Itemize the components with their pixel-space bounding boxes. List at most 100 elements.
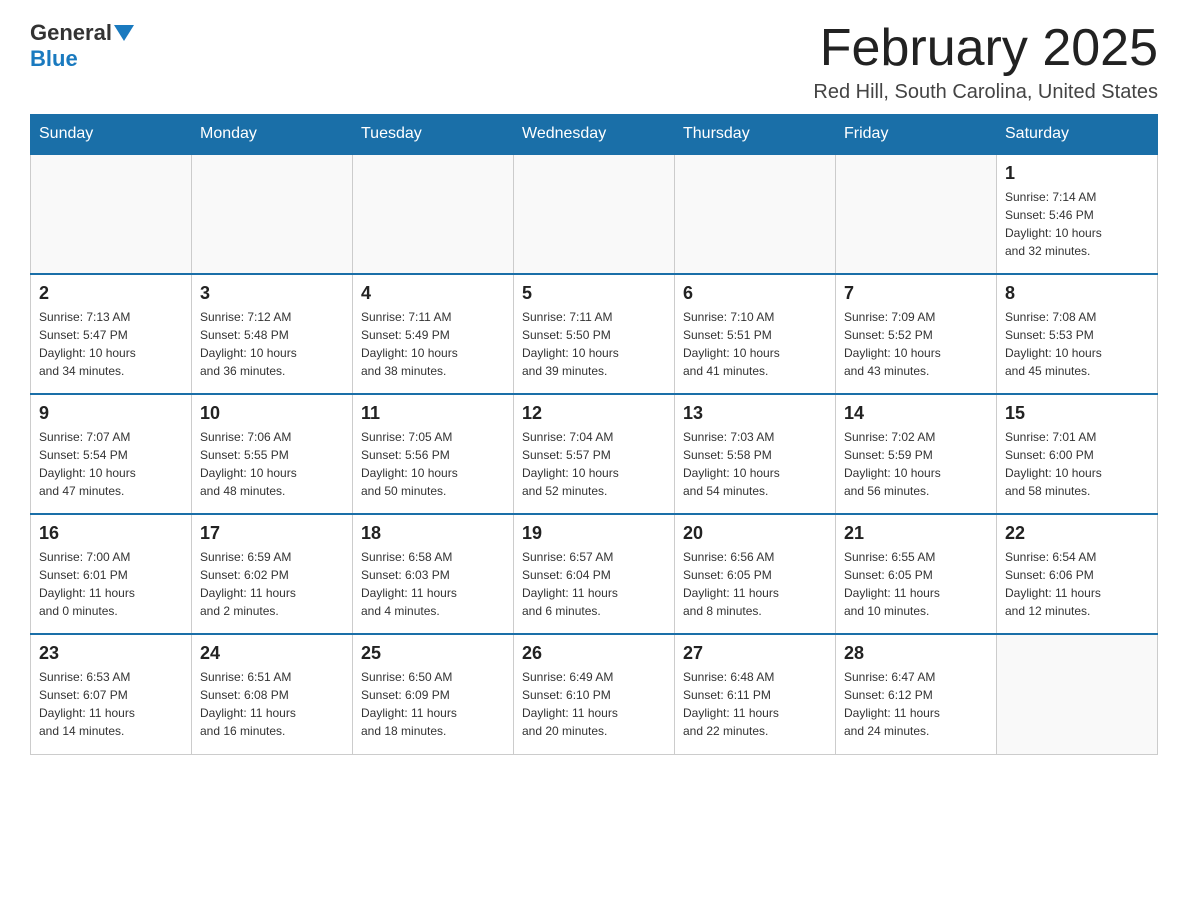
day-info: Sunrise: 7:11 AM Sunset: 5:49 PM Dayligh… — [361, 308, 505, 380]
title-section: February 2025 Red Hill, South Carolina, … — [813, 20, 1158, 104]
day-info: Sunrise: 7:14 AM Sunset: 5:46 PM Dayligh… — [1005, 188, 1149, 260]
day-info: Sunrise: 7:06 AM Sunset: 5:55 PM Dayligh… — [200, 428, 344, 500]
calendar-cell: 23 Sunrise: 6:53 AM Sunset: 6:07 PM Dayli… — [31, 634, 192, 754]
day-info: Sunrise: 7:00 AM Sunset: 6:01 PM Dayligh… — [39, 548, 183, 620]
calendar-cell — [997, 634, 1158, 754]
day-info: Sunrise: 6:58 AM Sunset: 6:03 PM Dayligh… — [361, 548, 505, 620]
header-wednesday: Wednesday — [514, 115, 675, 155]
day-info: Sunrise: 7:10 AM Sunset: 5:51 PM Dayligh… — [683, 308, 827, 380]
day-number: 7 — [844, 283, 988, 304]
calendar-week-row: 16 Sunrise: 7:00 AM Sunset: 6:01 PM Dayli… — [31, 514, 1158, 634]
day-info: Sunrise: 6:53 AM Sunset: 6:07 PM Dayligh… — [39, 668, 183, 740]
calendar-subtitle: Red Hill, South Carolina, United States — [813, 81, 1158, 104]
calendar-cell: 27 Sunrise: 6:48 AM Sunset: 6:11 PM Dayli… — [675, 634, 836, 754]
calendar-cell: 21 Sunrise: 6:55 AM Sunset: 6:05 PM Dayli… — [836, 514, 997, 634]
day-number: 18 — [361, 523, 505, 544]
calendar-cell: 4 Sunrise: 7:11 AM Sunset: 5:49 PM Daylig… — [353, 274, 514, 394]
day-info: Sunrise: 6:54 AM Sunset: 6:06 PM Dayligh… — [1005, 548, 1149, 620]
page-header: General Blue February 2025 Red Hill, Sou… — [30, 20, 1158, 104]
day-number: 12 — [522, 403, 666, 424]
calendar-cell: 10 Sunrise: 7:06 AM Sunset: 5:55 PM Dayli… — [192, 394, 353, 514]
header-sunday: Sunday — [31, 115, 192, 155]
day-info: Sunrise: 7:07 AM Sunset: 5:54 PM Dayligh… — [39, 428, 183, 500]
calendar-title: February 2025 — [813, 20, 1158, 77]
day-number: 6 — [683, 283, 827, 304]
day-info: Sunrise: 6:55 AM Sunset: 6:05 PM Dayligh… — [844, 548, 988, 620]
day-number: 24 — [200, 643, 344, 664]
calendar-header-row: Sunday Monday Tuesday Wednesday Thursday… — [31, 115, 1158, 155]
calendar-cell — [675, 154, 836, 274]
day-info: Sunrise: 6:57 AM Sunset: 6:04 PM Dayligh… — [522, 548, 666, 620]
day-info: Sunrise: 7:13 AM Sunset: 5:47 PM Dayligh… — [39, 308, 183, 380]
calendar-week-row: 23 Sunrise: 6:53 AM Sunset: 6:07 PM Dayli… — [31, 634, 1158, 754]
logo: General Blue — [30, 20, 136, 72]
calendar-cell: 1Sunrise: 7:14 AM Sunset: 5:46 PM Daylig… — [997, 154, 1158, 274]
header-saturday: Saturday — [997, 115, 1158, 155]
header-monday: Monday — [192, 115, 353, 155]
calendar-cell: 2 Sunrise: 7:13 AM Sunset: 5:47 PM Daylig… — [31, 274, 192, 394]
calendar-cell: 8Sunrise: 7:08 AM Sunset: 5:53 PM Daylig… — [997, 274, 1158, 394]
calendar-cell: 6 Sunrise: 7:10 AM Sunset: 5:51 PM Daylig… — [675, 274, 836, 394]
day-number: 10 — [200, 403, 344, 424]
day-number: 16 — [39, 523, 183, 544]
day-number: 25 — [361, 643, 505, 664]
calendar-cell: 17Sunrise: 6:59 AM Sunset: 6:02 PM Dayli… — [192, 514, 353, 634]
day-number: 2 — [39, 283, 183, 304]
calendar-cell — [192, 154, 353, 274]
calendar-cell: 12 Sunrise: 7:04 AM Sunset: 5:57 PM Dayli… — [514, 394, 675, 514]
calendar-cell: 15 Sunrise: 7:01 AM Sunset: 6:00 PM Dayli… — [997, 394, 1158, 514]
calendar-cell: 7 Sunrise: 7:09 AM Sunset: 5:52 PM Daylig… — [836, 274, 997, 394]
calendar-cell: 11 Sunrise: 7:05 AM Sunset: 5:56 PM Dayli… — [353, 394, 514, 514]
calendar-cell: 20Sunrise: 6:56 AM Sunset: 6:05 PM Dayli… — [675, 514, 836, 634]
day-info: Sunrise: 7:04 AM Sunset: 5:57 PM Dayligh… — [522, 428, 666, 500]
day-info: Sunrise: 6:51 AM Sunset: 6:08 PM Dayligh… — [200, 668, 344, 740]
day-number: 13 — [683, 403, 827, 424]
day-info: Sunrise: 7:09 AM Sunset: 5:52 PM Dayligh… — [844, 308, 988, 380]
calendar-cell: 25 Sunrise: 6:50 AM Sunset: 6:09 PM Dayli… — [353, 634, 514, 754]
day-info: Sunrise: 7:05 AM Sunset: 5:56 PM Dayligh… — [361, 428, 505, 500]
header-thursday: Thursday — [675, 115, 836, 155]
calendar-cell: 19Sunrise: 6:57 AM Sunset: 6:04 PM Dayli… — [514, 514, 675, 634]
day-info: Sunrise: 6:59 AM Sunset: 6:02 PM Dayligh… — [200, 548, 344, 620]
calendar-cell: 28 Sunrise: 6:47 AM Sunset: 6:12 PM Dayli… — [836, 634, 997, 754]
calendar-cell: 18 Sunrise: 6:58 AM Sunset: 6:03 PM Dayli… — [353, 514, 514, 634]
calendar-cell: 22 Sunrise: 6:54 AM Sunset: 6:06 PM Dayli… — [997, 514, 1158, 634]
day-number: 4 — [361, 283, 505, 304]
day-number: 11 — [361, 403, 505, 424]
day-number: 5 — [522, 283, 666, 304]
calendar-cell: 3Sunrise: 7:12 AM Sunset: 5:48 PM Daylig… — [192, 274, 353, 394]
day-number: 9 — [39, 403, 183, 424]
day-number: 15 — [1005, 403, 1149, 424]
calendar-cell: 14 Sunrise: 7:02 AM Sunset: 5:59 PM Dayli… — [836, 394, 997, 514]
day-info: Sunrise: 6:49 AM Sunset: 6:10 PM Dayligh… — [522, 668, 666, 740]
day-info: Sunrise: 6:48 AM Sunset: 6:11 PM Dayligh… — [683, 668, 827, 740]
day-number: 23 — [39, 643, 183, 664]
calendar-cell — [836, 154, 997, 274]
logo-triangle-icon — [114, 25, 134, 41]
day-number: 21 — [844, 523, 988, 544]
calendar-cell: 9 Sunrise: 7:07 AM Sunset: 5:54 PM Daylig… — [31, 394, 192, 514]
header-tuesday: Tuesday — [353, 115, 514, 155]
day-number: 8 — [1005, 283, 1149, 304]
calendar-cell — [31, 154, 192, 274]
calendar-week-row: 9 Sunrise: 7:07 AM Sunset: 5:54 PM Daylig… — [31, 394, 1158, 514]
day-number: 14 — [844, 403, 988, 424]
day-info: Sunrise: 6:50 AM Sunset: 6:09 PM Dayligh… — [361, 668, 505, 740]
day-number: 22 — [1005, 523, 1149, 544]
calendar-week-row: 2 Sunrise: 7:13 AM Sunset: 5:47 PM Daylig… — [31, 274, 1158, 394]
day-info: Sunrise: 7:01 AM Sunset: 6:00 PM Dayligh… — [1005, 428, 1149, 500]
day-number: 26 — [522, 643, 666, 664]
calendar-cell: 26 Sunrise: 6:49 AM Sunset: 6:10 PM Dayli… — [514, 634, 675, 754]
day-info: Sunrise: 7:11 AM Sunset: 5:50 PM Dayligh… — [522, 308, 666, 380]
day-info: Sunrise: 7:02 AM Sunset: 5:59 PM Dayligh… — [844, 428, 988, 500]
day-info: Sunrise: 6:47 AM Sunset: 6:12 PM Dayligh… — [844, 668, 988, 740]
calendar-cell: 5 Sunrise: 7:11 AM Sunset: 5:50 PM Daylig… — [514, 274, 675, 394]
day-number: 28 — [844, 643, 988, 664]
day-info: Sunrise: 7:03 AM Sunset: 5:58 PM Dayligh… — [683, 428, 827, 500]
logo-general-text: General — [30, 20, 112, 46]
day-number: 3 — [200, 283, 344, 304]
header-friday: Friday — [836, 115, 997, 155]
calendar-table: Sunday Monday Tuesday Wednesday Thursday… — [30, 114, 1158, 755]
calendar-cell: 16 Sunrise: 7:00 AM Sunset: 6:01 PM Dayli… — [31, 514, 192, 634]
day-number: 27 — [683, 643, 827, 664]
